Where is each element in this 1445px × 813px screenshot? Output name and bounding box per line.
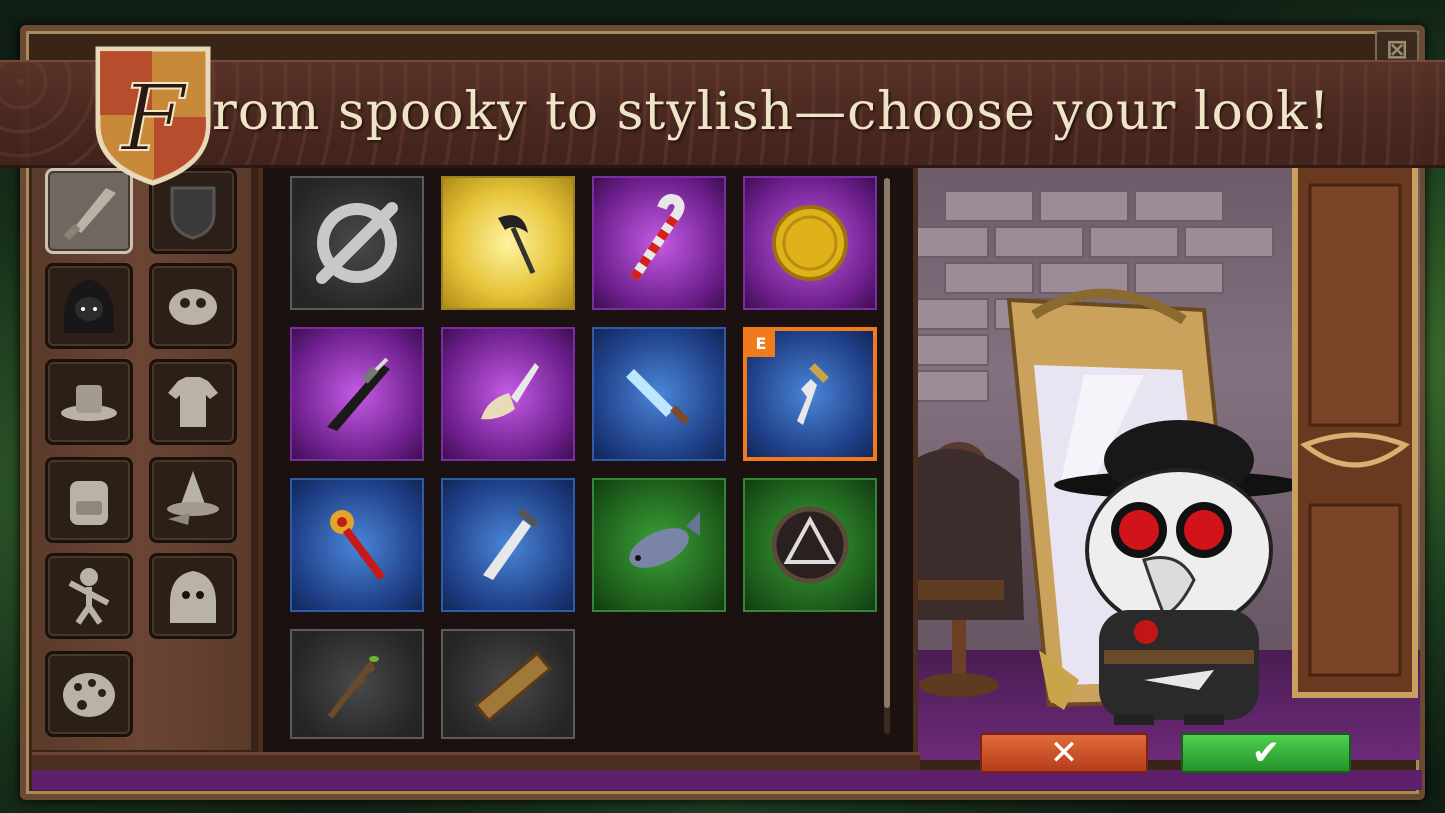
item-slot[interactable]	[743, 176, 877, 310]
mask-icon	[169, 289, 217, 325]
ice-dagger-icon	[626, 369, 690, 425]
reaper-icon	[170, 571, 216, 623]
hat-icon	[61, 385, 117, 421]
item-slot[interactable]	[441, 176, 575, 310]
backpack-icon	[70, 481, 108, 525]
item-slot[interactable]	[592, 478, 726, 612]
witch-hat-icon	[167, 471, 219, 525]
hood-icon	[64, 279, 114, 333]
rune-shield-icon	[771, 506, 849, 584]
short-sword-icon	[483, 507, 539, 580]
item-slot[interactable]	[290, 629, 424, 739]
mannequin-icon	[914, 442, 1024, 697]
crest-shield-icon: F	[95, 46, 211, 186]
category-tab[interactable]	[149, 553, 237, 639]
category-tab[interactable]	[45, 263, 133, 349]
item-slot[interactable]	[743, 478, 877, 612]
cancel-button[interactable]: ✕	[980, 733, 1148, 773]
scepter-icon	[330, 510, 386, 581]
item-slot[interactable]	[592, 176, 726, 310]
item-slot[interactable]	[290, 176, 424, 310]
confirm-button[interactable]: ✔	[1181, 733, 1351, 773]
category-tab[interactable]	[149, 263, 237, 349]
bottom-trim	[32, 770, 1422, 790]
wooden-plank-icon	[473, 651, 553, 723]
banner-title: rom spooky to stylish—choose your look!	[212, 82, 1331, 142]
category-tab[interactable]	[45, 457, 133, 543]
category-tab[interactable]	[45, 359, 133, 445]
scrollbar-thumb[interactable]	[884, 178, 890, 708]
item-slot[interactable]	[290, 327, 424, 461]
equipped-badge: E	[747, 331, 775, 357]
candy-cane-icon	[629, 194, 685, 281]
category-tab[interactable]	[149, 359, 237, 445]
shirt-icon	[168, 377, 218, 427]
category-tab[interactable]	[45, 553, 133, 639]
bone-knife-icon	[481, 363, 539, 420]
gold-coin-icon	[772, 205, 848, 281]
item-slot[interactable]	[592, 327, 726, 461]
fish-icon	[629, 512, 700, 568]
item-slot[interactable]	[290, 478, 424, 612]
katana-icon	[327, 357, 390, 431]
item-slot[interactable]	[441, 478, 575, 612]
item-slot[interactable]: E	[743, 327, 877, 461]
shield-icon	[170, 186, 216, 240]
crest-letter: F	[119, 65, 188, 172]
palette-icon	[63, 673, 115, 717]
ornate-door-icon	[1292, 162, 1418, 698]
scythe-icon	[498, 215, 536, 275]
category-tab[interactable]	[149, 457, 237, 543]
none-icon	[316, 202, 398, 284]
category-tab[interactable]	[45, 651, 133, 737]
dagger-icon	[63, 188, 116, 241]
panel-footer-trim	[32, 752, 920, 770]
dance-icon	[68, 568, 110, 625]
twig-icon	[327, 656, 379, 719]
item-slot[interactable]	[441, 327, 575, 461]
item-slot[interactable]	[441, 629, 575, 739]
